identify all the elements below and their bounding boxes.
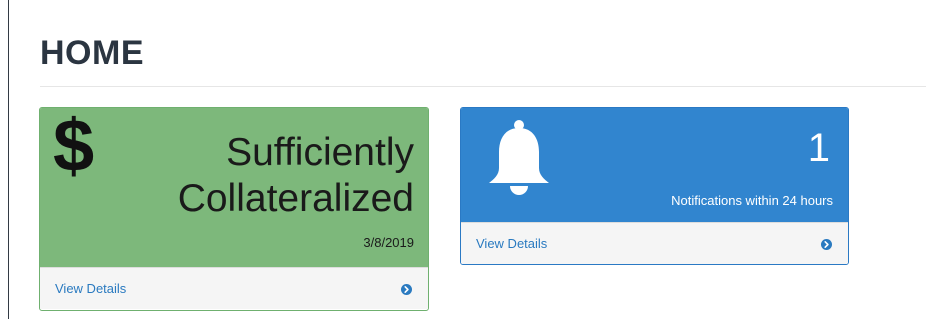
collateral-panel-heading: $ Sufficiently Collateralized 3/8/2019 bbox=[40, 108, 428, 267]
view-details-link[interactable]: View Details bbox=[476, 236, 547, 251]
title-divider bbox=[40, 86, 926, 87]
collateral-status-line2: Collateralized bbox=[177, 177, 414, 220]
arrow-circle-right-icon[interactable] bbox=[821, 239, 832, 250]
collateral-status: Sufficiently Collateralized bbox=[178, 130, 414, 222]
collateral-date: 3/8/2019 bbox=[363, 235, 414, 250]
bell-icon bbox=[487, 118, 551, 203]
dollar-icon: $ bbox=[53, 107, 95, 187]
left-divider bbox=[8, 0, 9, 319]
collateral-view-details[interactable]: View Details bbox=[40, 267, 428, 309]
notifications-panel: 1 Notifications within 24 hours View Det… bbox=[460, 107, 849, 265]
page-title: HOME bbox=[40, 34, 144, 72]
collateral-status-line1: Sufficiently bbox=[226, 131, 414, 174]
view-details-link[interactable]: View Details bbox=[55, 281, 126, 296]
arrow-circle-right-icon[interactable] bbox=[401, 284, 412, 295]
notifications-view-details[interactable]: View Details bbox=[461, 222, 848, 264]
collateral-panel: $ Sufficiently Collateralized 3/8/2019 V… bbox=[39, 107, 429, 311]
notification-label: Notifications within 24 hours bbox=[671, 193, 833, 208]
notifications-panel-heading: 1 Notifications within 24 hours bbox=[461, 108, 848, 222]
notification-count: 1 bbox=[807, 126, 830, 170]
